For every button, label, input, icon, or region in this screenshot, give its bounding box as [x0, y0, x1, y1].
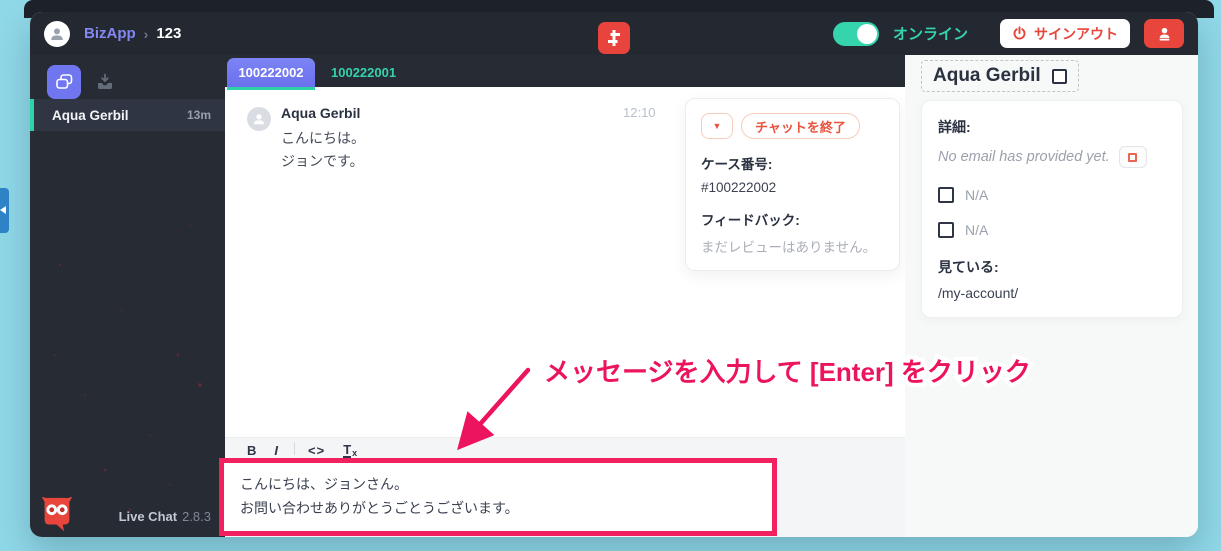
composer-region: B I <> T x こんにちは、ジョンさん。 お問い合わせありがとうごとうござ…	[225, 437, 905, 537]
power-icon	[1012, 26, 1027, 41]
conversation-age: 13m	[187, 108, 211, 122]
caret-down-icon: ▼	[713, 121, 722, 131]
clear-format-x: x	[352, 448, 357, 458]
viewing-label: 見ている:	[938, 257, 1166, 277]
tab-case-100222001[interactable]: 100222001	[315, 58, 412, 87]
tab-bar: 100222002 100222001	[225, 55, 905, 87]
composer-line: こんにちは、ジョンさん。	[240, 472, 756, 496]
version-number: 2.8.3	[182, 509, 211, 524]
customer-name: Aqua Gerbil	[933, 65, 1041, 87]
customer-title-box: Aqua Gerbil	[921, 60, 1079, 92]
agent-button[interactable]	[1144, 19, 1184, 48]
clear-format-t: T	[343, 444, 351, 458]
customer-panel: Aqua Gerbil 詳細: No email has provided ye…	[905, 55, 1198, 537]
details-card: 詳細: No email has provided yet. N/A N/A 見…	[921, 100, 1183, 318]
message-line: ジョンです。	[281, 150, 365, 173]
code-button[interactable]: <>	[299, 440, 334, 458]
message-time: 12:10	[623, 105, 656, 120]
checkbox-row: N/A	[938, 222, 1166, 238]
toggle-knob	[857, 24, 877, 44]
online-status-label: オンライン	[893, 23, 968, 44]
feedback-label: フィードバック:	[701, 209, 884, 229]
feedback-value: まだレビューはありません。	[701, 236, 884, 256]
brand-name[interactable]: BizApp	[84, 25, 136, 42]
checkbox-label: N/A	[965, 187, 988, 203]
conversation-list-item[interactable]: Aqua Gerbil 13m	[30, 99, 225, 131]
app-name-label: Live Chat	[119, 509, 178, 524]
archive-tray-icon	[95, 72, 115, 92]
message-line: こんにちは。	[281, 127, 365, 150]
chats-filter-button[interactable]	[47, 65, 81, 99]
na-checkbox-2[interactable]	[938, 222, 954, 238]
archive-button[interactable]	[95, 72, 115, 92]
signout-label: サインアウト	[1034, 24, 1118, 44]
person-icon	[49, 26, 65, 42]
top-bar: BizApp › 123 オンライン サインアウト	[30, 12, 1198, 55]
owl-logo	[38, 495, 76, 535]
case-number-label: ケース番号:	[701, 153, 884, 173]
person-icon	[252, 112, 266, 126]
customer-checkbox[interactable]	[1052, 69, 1067, 84]
format-bar: B I <> T x	[225, 438, 905, 459]
email-action-button[interactable]	[1119, 146, 1147, 168]
app-version: Live Chat 2.8.3	[119, 509, 211, 524]
case-actions-dropdown-button[interactable]: ▼	[701, 113, 733, 139]
chat-bubbles-icon	[54, 72, 74, 92]
conversation-name: Aqua Gerbil	[52, 108, 187, 123]
checkbox-label: N/A	[965, 222, 988, 238]
details-label: 詳細:	[938, 117, 1166, 137]
email-placeholder: No email has provided yet.	[938, 149, 1110, 165]
viewing-value: /my-account/	[938, 285, 1166, 301]
composer-line: お問い合わせありがとうごとうございます。	[240, 496, 756, 520]
tab-case-100222002[interactable]: 100222002	[227, 58, 315, 87]
message-body: こんにちは。 ジョンです。	[281, 127, 365, 173]
online-status-toggle[interactable]	[833, 22, 879, 46]
clear-format-button[interactable]: T x	[334, 440, 366, 458]
breadcrumb-page: 123	[156, 25, 181, 42]
signout-button[interactable]: サインアウト	[1000, 19, 1130, 48]
red-square-icon	[1128, 153, 1137, 162]
italic-button[interactable]: I	[265, 440, 290, 458]
app-window: BizApp › 123 オンライン サインアウト	[30, 12, 1198, 537]
na-checkbox-1[interactable]	[938, 187, 954, 203]
message-author: Aqua Gerbil	[281, 105, 360, 121]
agent-person-icon	[1157, 26, 1172, 41]
case-number-value: #100222002	[701, 180, 884, 195]
chat-main-column: 100222002 100222001 Aqua Gerbil 12:10 こん…	[225, 55, 905, 537]
breadcrumb-chevron: ›	[144, 26, 149, 42]
transfer-glyph-icon	[604, 28, 624, 48]
checkbox-row: N/A	[938, 187, 1166, 203]
message-input[interactable]: こんにちは、ジョンさん。 お問い合わせありがとうごとうございます。	[219, 458, 777, 536]
user-avatar[interactable]	[44, 21, 70, 47]
left-edge-widget-tab[interactable]	[0, 188, 9, 233]
message-avatar	[247, 107, 271, 131]
sidebar: Aqua Gerbil 13m Live Chat 2.8.3	[30, 55, 225, 537]
bold-button[interactable]: B	[238, 440, 265, 458]
center-app-button[interactable]	[598, 22, 630, 54]
close-chat-button[interactable]: チャットを終了	[741, 113, 860, 139]
case-card: ▼ チャットを終了 ケース番号: #100222002 フィードバック: まだレ…	[685, 98, 900, 271]
toolbar-divider	[294, 442, 295, 455]
